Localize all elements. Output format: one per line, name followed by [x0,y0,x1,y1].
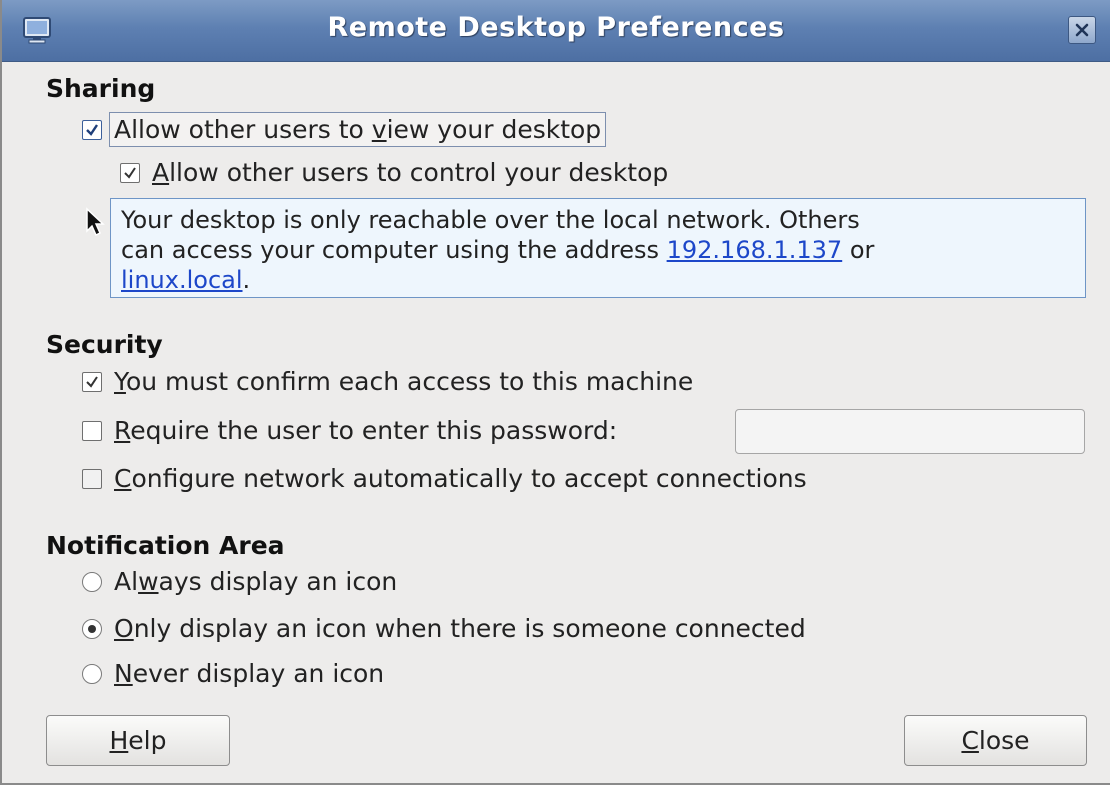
confirm-access-option[interactable]: You must confirm each access to this mac… [82,367,693,396]
allow-view-label: Allow other users to view your desktop [109,112,607,147]
always-display-label: Always display an icon [114,567,398,596]
hostname-link[interactable]: linux.local [121,266,243,294]
require-password-label: Require the user to enter this password: [114,416,618,445]
close-icon [1075,23,1089,37]
checkmark-icon [86,375,98,388]
allow-control-label: Allow other users to control your deskto… [152,158,669,187]
preferences-window: Remote Desktop Preferences Sharing Allow… [0,0,1110,785]
security-heading: Security [46,330,163,359]
notification-heading: Notification Area [46,531,285,560]
window-close-button[interactable] [1068,16,1096,44]
info-line-2: can access your computer using the addre… [121,236,875,264]
allow-control-option[interactable]: Allow other users to control your deskto… [120,158,668,187]
window-title: Remote Desktop Preferences [327,12,785,43]
never-display-option[interactable]: Never display an icon [82,659,384,688]
always-display-option[interactable]: Always display an icon [82,567,397,596]
only-connected-label: Only display an icon when there is someo… [114,614,806,643]
help-button[interactable]: Help [46,715,230,766]
require-password-option[interactable]: Require the user to enter this password: [82,416,617,445]
configure-network-option[interactable]: Configure network automatically to accep… [82,464,807,493]
configure-network-checkbox[interactable] [82,468,102,489]
allow-view-option[interactable]: Allow other users to view your desktop [82,112,607,147]
close-button-label: Close [961,726,1030,755]
checkmark-icon [124,166,136,179]
password-input[interactable] [735,409,1085,454]
allow-control-checkbox[interactable] [120,162,140,183]
allow-view-checkbox[interactable] [82,119,102,140]
never-display-label: Never display an icon [114,659,385,688]
title-bar[interactable]: Remote Desktop Preferences [2,0,1110,62]
mouse-pointer-icon [86,207,105,237]
sharing-heading: Sharing [46,74,156,103]
only-connected-radio[interactable] [82,618,102,639]
confirm-access-checkbox[interactable] [82,371,102,392]
checkmark-icon [86,123,98,136]
help-button-label: Help [109,726,167,755]
dialog-content: Sharing Allow other users to view your d… [2,62,1110,783]
network-info-box: Your desktop is only reachable over the … [110,198,1086,298]
never-display-radio[interactable] [82,663,102,684]
only-connected-option[interactable]: Only display an icon when there is someo… [82,614,806,643]
close-button[interactable]: Close [904,715,1087,766]
confirm-access-label: You must confirm each access to this mac… [114,367,694,396]
configure-network-label: Configure network automatically to accep… [114,464,807,493]
info-line-1: Your desktop is only reachable over the … [121,206,860,234]
radio-selected-dot [88,624,96,633]
address-link[interactable]: 192.168.1.137 [667,236,843,264]
always-display-radio[interactable] [82,571,102,592]
require-password-checkbox[interactable] [82,420,102,441]
info-line-3: linux.local. [121,266,251,294]
